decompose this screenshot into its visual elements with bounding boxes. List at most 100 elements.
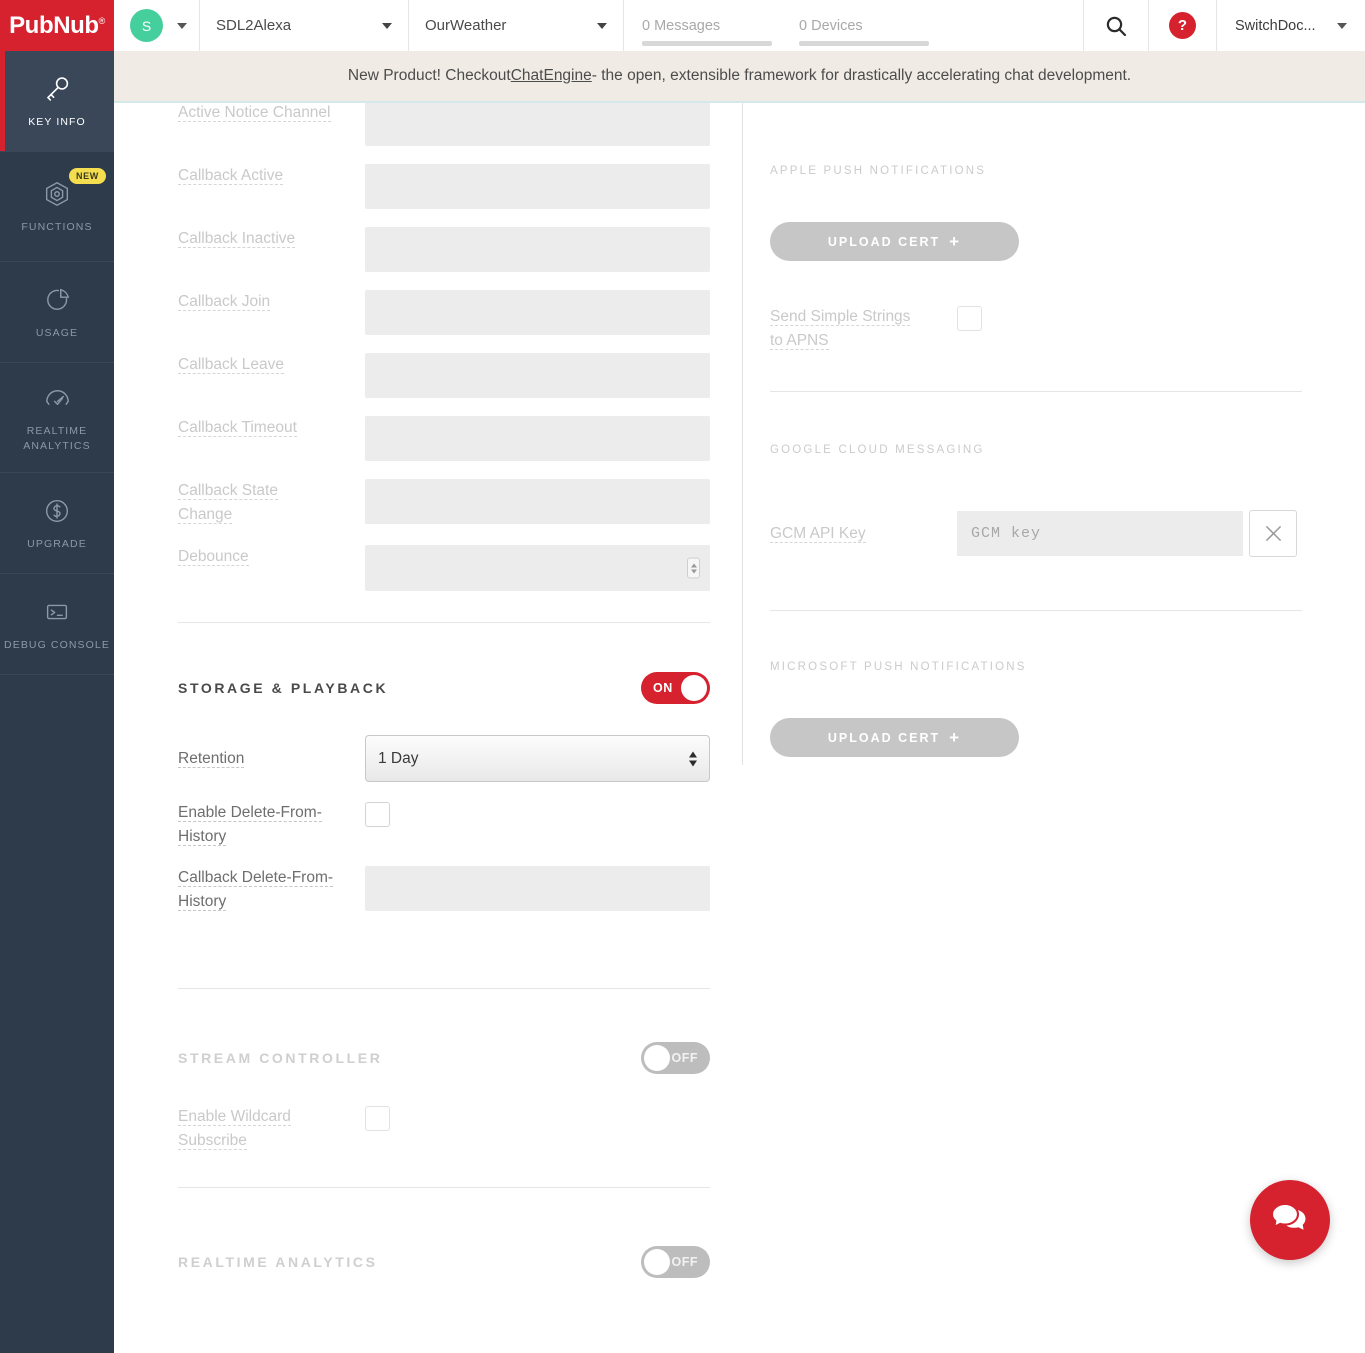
label-retention: Retention [178,747,365,771]
search-icon [1104,14,1128,38]
input-callback-join[interactable] [365,290,710,335]
input-callback-timeout[interactable] [365,416,710,461]
stream-controller-toggle-state: OFF [672,1051,699,1065]
gcm-clear-button[interactable] [1249,510,1297,557]
sidebar-item-debug-console[interactable]: DEBUG CONSOLE [0,574,114,675]
field-row-callback-active: Callback Active [178,164,710,209]
account-name: SwitchDoc... [1235,18,1316,34]
chatengine-link[interactable]: ChatEngine [511,67,592,85]
storage-section-title: STORAGE & PLAYBACK [178,680,388,696]
stat-messages-bar [642,41,772,46]
banner-underline [114,101,1365,103]
input-gcm-api-key[interactable]: GCM key [957,511,1243,556]
functions-icon [42,177,72,211]
input-callback-state-change[interactable] [365,479,710,524]
input-callback-active[interactable] [365,164,710,209]
sidebar-item-key-info[interactable]: KEY INFO [0,51,114,152]
input-debounce[interactable] [365,545,710,591]
stepper-down-icon [691,569,697,573]
chevron-down-icon [1337,23,1347,29]
checkbox-send-simple-strings-to-apns[interactable] [957,306,982,331]
apns-section: APPLE PUSH NOTIFICATIONS UPLOAD CERT + S… [770,165,1302,392]
field-row-callback-join: Callback Join [178,290,710,335]
apns-upload-cert-label: UPLOAD CERT [828,235,940,249]
retention-select[interactable]: 1 Day [365,735,710,782]
sidebar-label-upgrade: UPGRADE [27,537,87,552]
sidebar-label-key-info: KEY INFO [28,115,86,130]
label-callback-active: Callback Active [178,164,365,188]
sidebar: KEY INFO NEW FUNCTIONS USAGE [0,51,114,1353]
stat-devices-bar [799,41,929,46]
label-callback-delete-from-history: Callback Delete-From- History [178,866,365,914]
divider [178,1187,710,1188]
select-arrows-icon [689,751,697,766]
chat-bubbles-icon [1268,1200,1312,1240]
main-content: Active Notice Channel Callback Active Ca… [114,103,1365,1353]
field-row-enable-wildcard-subscribe: Enable Wildcard Subscribe [178,1105,710,1153]
column-divider [742,103,743,765]
label-enable-wildcard-subscribe: Enable Wildcard Subscribe [178,1105,365,1153]
left-column: Active Notice Channel Callback Active Ca… [178,103,710,1278]
label-callback-state-change: Callback State Change [178,479,365,527]
help-button[interactable]: ? [1149,0,1217,51]
account-avatar-menu[interactable]: S [114,0,200,51]
stream-controller-section-header: STREAM CONTROLLER OFF [178,1042,710,1074]
account-menu[interactable]: SwitchDoc... [1217,0,1365,51]
field-row-enable-delete-from-history: Enable Delete-From- History [178,801,710,849]
label-debounce: Debounce [178,545,365,569]
toggle-knob [644,1045,670,1071]
retention-select-value: 1 Day [378,750,419,768]
plus-icon: + [949,729,961,746]
sidebar-item-realtime-analytics[interactable]: REALTIME ANALYTICS [0,363,114,473]
storage-section-header: STORAGE & PLAYBACK ON [178,672,710,704]
storage-toggle-state: ON [653,681,673,695]
gauge-icon [42,381,73,415]
terminal-icon [42,595,72,629]
chat-widget-button[interactable] [1250,1180,1330,1260]
divider [770,391,1302,392]
realtime-analytics-toggle-state: OFF [672,1255,699,1269]
mpns-upload-cert-button[interactable]: UPLOAD CERT + [770,718,1019,757]
stat-devices-label: 0 Devices [799,18,956,34]
input-callback-delete-from-history[interactable] [365,866,710,911]
dollar-icon [42,494,72,528]
realtime-analytics-title: REALTIME ANALYTICS [178,1254,378,1270]
gcm-api-key-placeholder: GCM key [971,525,1041,542]
pie-chart-icon [42,283,72,317]
stream-controller-title: STREAM CONTROLLER [178,1050,382,1066]
sidebar-item-usage[interactable]: USAGE [0,262,114,363]
realtime-analytics-toggle[interactable]: OFF [641,1246,710,1278]
apns-upload-cert-button[interactable]: UPLOAD CERT + [770,222,1019,261]
checkbox-enable-wildcard-subscribe[interactable] [365,1106,390,1131]
avatar-initial: S [142,18,151,34]
storage-toggle[interactable]: ON [641,672,710,704]
mpns-title: MICROSOFT PUSH NOTIFICATIONS [770,661,1302,673]
label-callback-leave: Callback Leave [178,353,365,377]
promo-banner: New Product! Checkout ChatEngine - the o… [114,51,1365,101]
avatar: S [130,9,163,42]
stepper-up-icon [691,563,697,567]
checkbox-enable-delete-from-history[interactable] [365,802,390,827]
field-row-debounce: Debounce [178,545,710,591]
keyset-selector[interactable]: OurWeather [409,0,624,51]
input-callback-leave[interactable] [365,353,710,398]
top-header: PubNub® S SDL2Alexa OurWeather 0 Message… [0,0,1365,51]
page-root: PubNub® S SDL2Alexa OurWeather 0 Message… [0,0,1365,1353]
chevron-down-icon [177,23,187,29]
pubnub-logo[interactable]: PubNub® [0,0,114,51]
gcm-section: GOOGLE CLOUD MESSAGING GCM API Key GCM k… [770,444,1302,611]
sidebar-item-functions[interactable]: NEW FUNCTIONS [0,152,114,262]
sidebar-item-upgrade[interactable]: UPGRADE [0,473,114,574]
input-active-notice-channel[interactable] [365,101,710,146]
mpns-upload-cert-label: UPLOAD CERT [828,731,940,745]
search-button[interactable] [1083,0,1149,51]
input-callback-inactive[interactable] [365,227,710,272]
divider [178,622,710,623]
right-column: APPLE PUSH NOTIFICATIONS UPLOAD CERT + S… [770,103,1302,757]
app-selector[interactable]: SDL2Alexa [200,0,409,51]
debounce-stepper[interactable] [687,558,700,579]
label-gcm-api-key: GCM API Key [770,511,957,556]
input-debounce-wrapper [365,545,710,591]
stream-controller-toggle[interactable]: OFF [641,1042,710,1074]
sidebar-label-realtime-line2: ANALYTICS [23,440,90,452]
